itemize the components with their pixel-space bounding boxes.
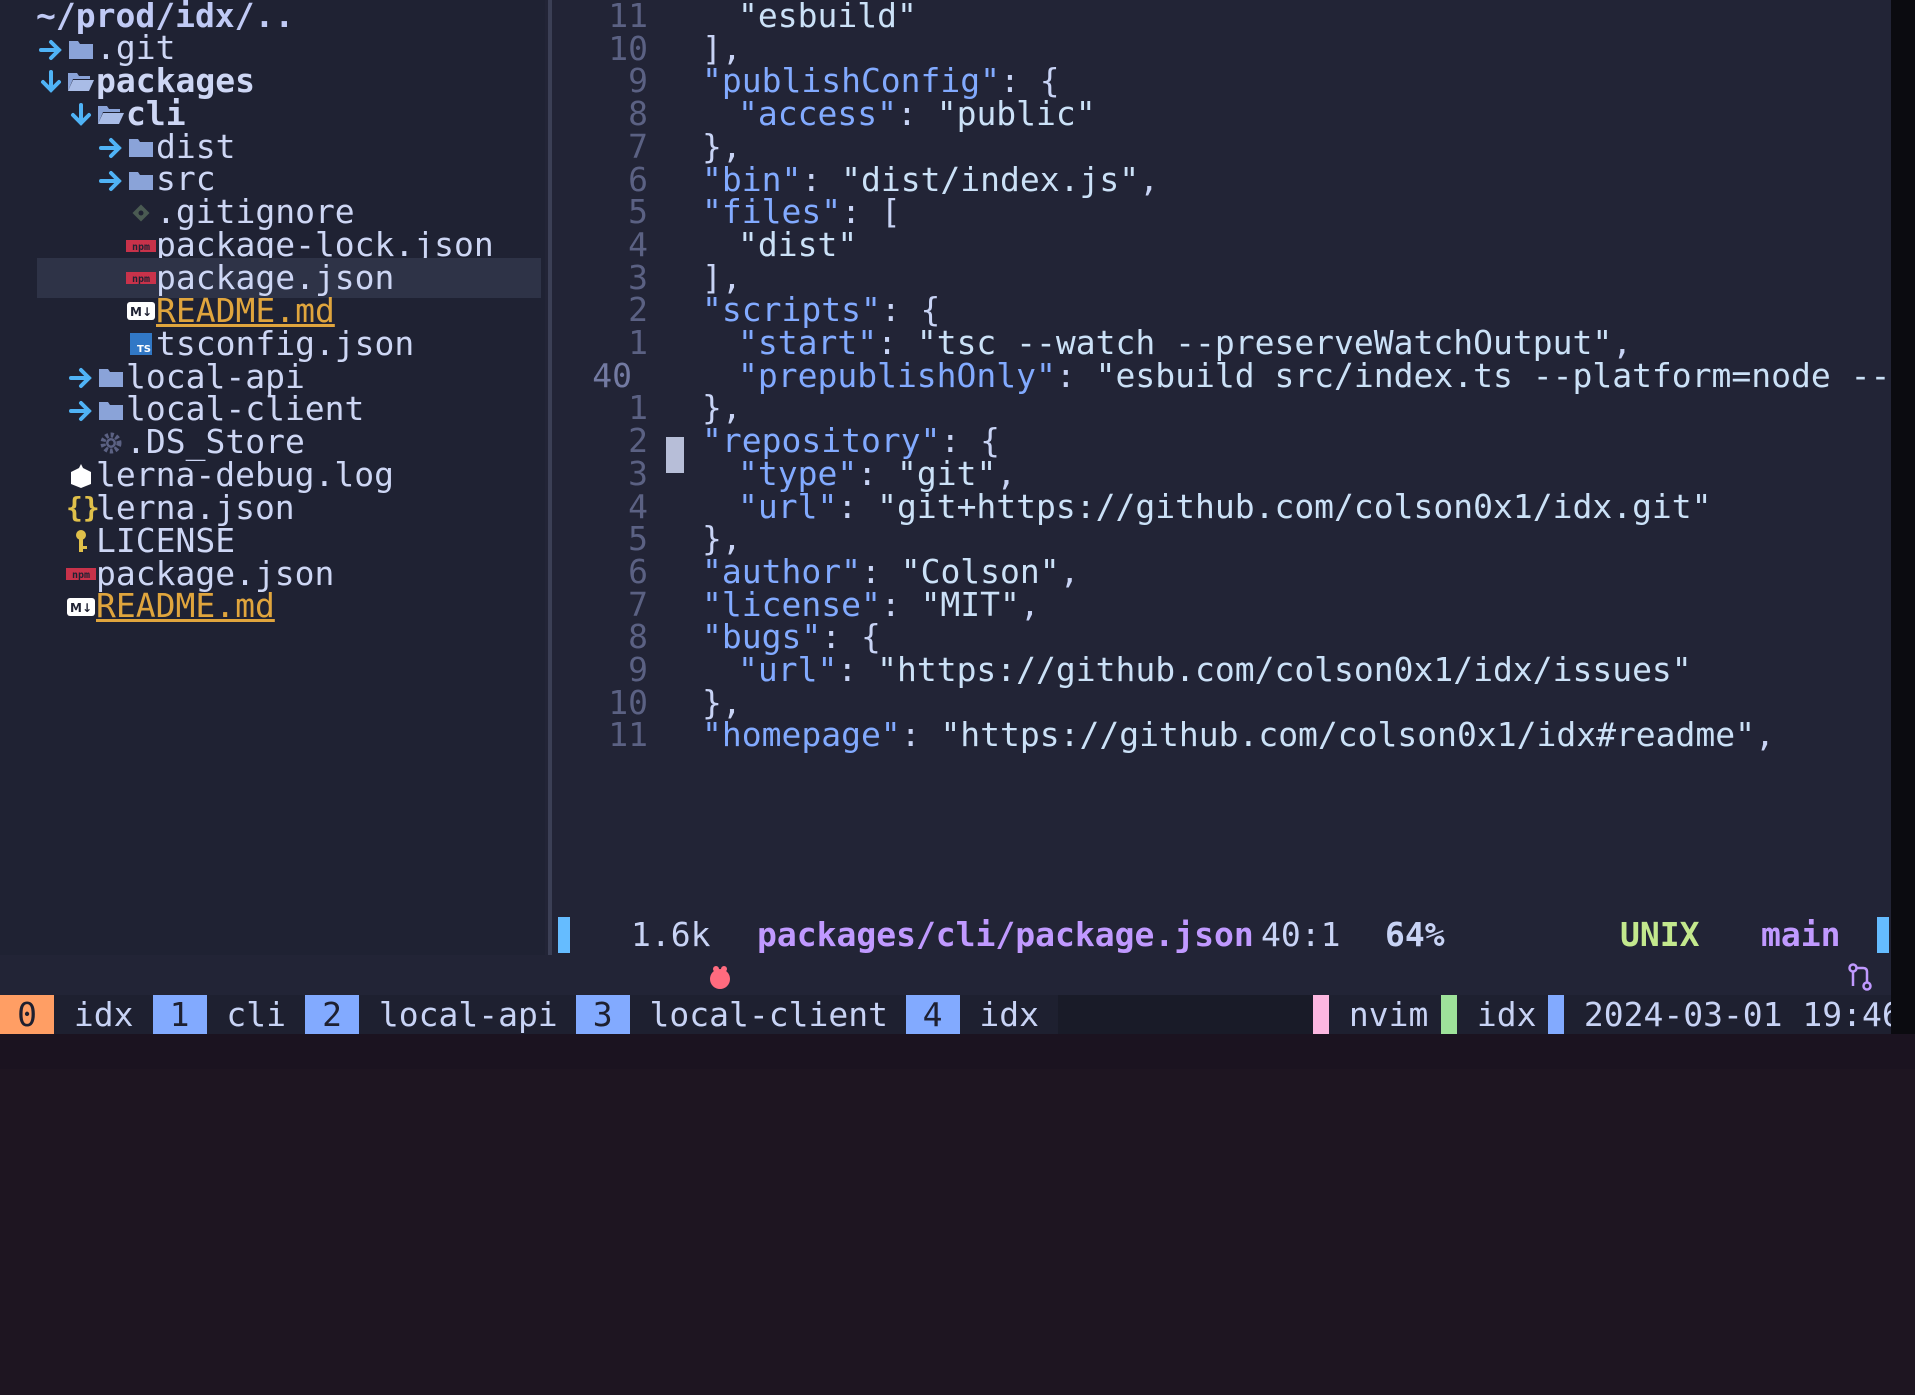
tmux-datetime: 2024-03-01 19:46 xyxy=(1564,995,1902,1034)
tmux-window-index[interactable]: 1 xyxy=(152,995,207,1035)
collapsed-arrow-icon[interactable] xyxy=(96,159,126,199)
code-editor[interactable]: 11 "esbuild" 10], 9 "publishConfig": {8 "acce… xyxy=(552,0,1891,915)
bottom-strip xyxy=(0,1034,1915,1069)
svg-text:TS: TS xyxy=(137,344,151,355)
file-tree-panel[interactable]: ~/prod/idx/.. .git packages cli dist src .git… xyxy=(0,0,545,955)
code-line: 11 "homepage": "https://github.com/colson… xyxy=(552,715,1891,755)
tmux-session: idx xyxy=(1457,995,1537,1034)
tmux-window-index[interactable]: 3 xyxy=(575,995,630,1035)
line-number: 11 xyxy=(608,715,648,755)
tmux-process-marker xyxy=(1313,995,1329,1035)
tmux-status-bar: 0 idx 1 cli 2 local-api 3 local-client 4… xyxy=(0,995,1902,1035)
tmux-window-name[interactable]: idx xyxy=(54,995,153,1035)
cursor-position: 40:1 xyxy=(1261,915,1341,954)
json-punctuation: : xyxy=(900,715,941,755)
tmux-spacer xyxy=(1058,995,1313,1035)
svg-text:npm: npm xyxy=(132,242,150,253)
git-branch: main xyxy=(1761,915,1841,954)
tmux-window-name[interactable]: idx xyxy=(960,995,1059,1035)
tmux-window-name[interactable]: local-api xyxy=(359,995,578,1035)
markdown-icon: M↓ xyxy=(66,586,96,626)
svg-text:npm: npm xyxy=(72,570,90,581)
tmux-session-marker xyxy=(1441,995,1457,1035)
scroll-percent: 64% xyxy=(1385,915,1445,954)
statusline-right-block xyxy=(1877,917,1889,953)
status-line: 1.6k packages/cli/package.json 40:1 64% … xyxy=(552,915,1891,991)
window-edge xyxy=(1891,0,1915,1069)
file-path: packages/cli/package.json xyxy=(757,915,1254,954)
code-text: "homepage": "https://github.com/colson0x… xyxy=(702,715,1775,755)
tree-item-label: README.md xyxy=(96,586,275,626)
tmux-window-name[interactable]: local-client xyxy=(630,995,908,1035)
collapsed-arrow-icon[interactable] xyxy=(66,389,96,429)
tmux-window-index[interactable]: 2 xyxy=(305,995,359,1035)
terminal-window: ~/prod/idx/.. .git packages cli dist src .git… xyxy=(0,0,1902,1035)
json-punctuation: , xyxy=(1755,715,1775,755)
tmux-window-name[interactable]: cli xyxy=(207,995,306,1035)
tmux-window-index[interactable]: 4 xyxy=(905,995,960,1035)
expanded-arrow-icon[interactable] xyxy=(66,94,96,134)
file-format: UNIX xyxy=(1620,915,1700,954)
statusline-left-block xyxy=(558,917,570,953)
file-size: 1.6k xyxy=(631,915,711,954)
svg-text:M↓: M↓ xyxy=(130,305,152,319)
expanded-arrow-icon[interactable] xyxy=(36,61,66,101)
svg-text:npm: npm xyxy=(132,274,150,285)
svg-text:M↓: M↓ xyxy=(70,601,92,615)
tmux-datetime-marker xyxy=(1548,995,1564,1035)
json-key: "homepage" xyxy=(702,715,901,755)
tmux-process: nvim xyxy=(1329,995,1429,1034)
sign-column-marker xyxy=(666,437,684,473)
json-string: "https://github.com/colson0x1/idx#readme… xyxy=(940,715,1756,755)
tmux-window-index[interactable]: 0 xyxy=(0,995,54,1035)
